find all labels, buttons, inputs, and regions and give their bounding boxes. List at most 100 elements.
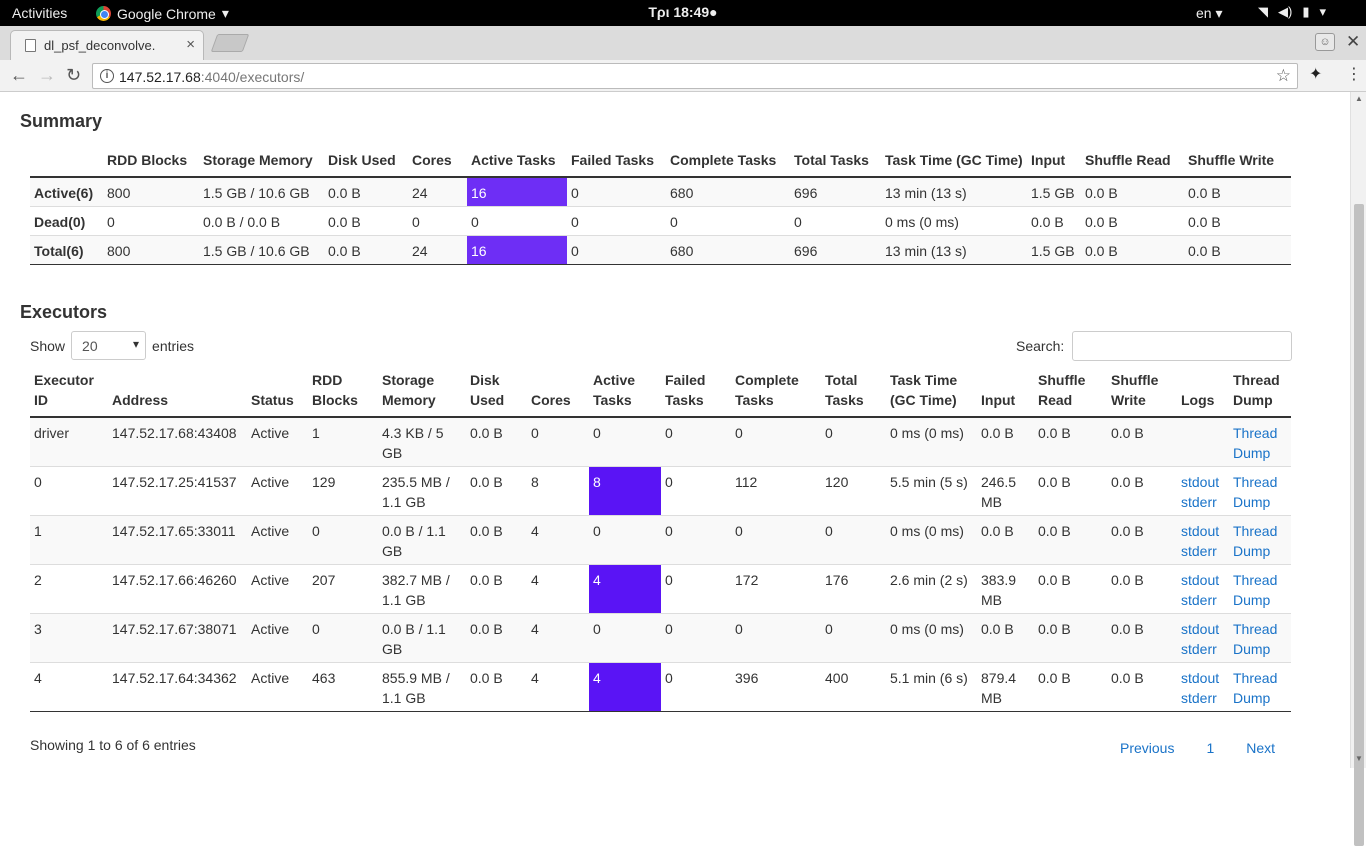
next-page-button[interactable]: Next xyxy=(1230,740,1291,756)
scroll-down-icon[interactable]: ▼ xyxy=(1355,754,1363,763)
menu-icon[interactable]: ⋮ xyxy=(1346,64,1362,84)
executor-column-header[interactable]: Active Tasks xyxy=(589,370,661,418)
summary-cell: 0.0 B xyxy=(1184,205,1291,235)
executor-column-header[interactable]: Executor ID xyxy=(30,370,108,418)
executor-column-header[interactable]: Thread Dump xyxy=(1229,370,1291,418)
executor-column-header[interactable]: Storage Memory xyxy=(378,370,466,418)
executor-cell: 246.5 MB xyxy=(977,465,1034,515)
executor-cell: 0.0 B xyxy=(1107,563,1177,613)
logs-link[interactable]: stdout stderr xyxy=(1181,572,1219,608)
executor-column-header[interactable]: Complete Tasks xyxy=(731,370,821,418)
page-size-select[interactable]: 20 xyxy=(71,331,147,360)
executor-cell: 855.9 MB / 1.1 GB xyxy=(378,661,466,712)
profile-icon[interactable]: ☺ xyxy=(1315,33,1335,51)
executor-cell: 0 xyxy=(30,465,108,515)
close-icon[interactable]: × xyxy=(186,36,195,53)
logs-link[interactable]: stdout stderr xyxy=(1181,621,1219,657)
executor-cell: 1 xyxy=(30,514,108,564)
address-bar[interactable]: i 147.52.17.68:4040/executors/ ☆ xyxy=(92,63,1298,89)
executor-cell: 0 ms (0 ms) xyxy=(886,417,977,466)
logs-link[interactable]: stdout stderr xyxy=(1181,670,1219,706)
thread-dump-link[interactable]: Thread Dump xyxy=(1233,474,1277,510)
summary-column-header: Cores xyxy=(408,150,467,178)
forward-icon[interactable]: → xyxy=(38,65,56,86)
thread-dump-link[interactable]: Thread Dump xyxy=(1233,621,1277,657)
new-tab-button[interactable] xyxy=(210,34,250,52)
volume-icon: ◀) xyxy=(1278,4,1293,19)
logs-cell: stdout stderr xyxy=(1177,661,1229,712)
browser-tab[interactable]: dl_psf_deconvolve. × xyxy=(10,30,204,60)
entries-label: entries xyxy=(152,337,195,354)
page-1-button[interactable]: 1 xyxy=(1190,740,1230,756)
page-size-control: Show 20 entries xyxy=(30,331,194,360)
executors-header-row: Executor ID Address Status RDD Blocks Storag… xyxy=(30,370,1291,418)
info-icon[interactable]: i xyxy=(100,69,114,83)
executor-column-header[interactable]: Shuffle Read xyxy=(1034,370,1107,418)
summary-cell: 0 xyxy=(567,205,666,235)
thread-dump-link[interactable]: Thread Dump xyxy=(1233,572,1277,608)
thread-dump-link[interactable]: Thread Dump xyxy=(1233,670,1277,706)
search-input[interactable] xyxy=(1072,331,1293,361)
summary-column-header: Total Tasks xyxy=(790,150,881,178)
clock[interactable]: Τρι 18:49● xyxy=(648,4,717,20)
logs-link[interactable]: stdout stderr xyxy=(1181,523,1219,559)
activities-button[interactable]: Activities xyxy=(12,5,67,21)
summary-cell: 0.0 B xyxy=(324,205,408,235)
summary-cell: 24 xyxy=(408,176,467,206)
executor-column-header[interactable]: Total Tasks xyxy=(821,370,886,418)
executor-cell: 0 xyxy=(821,417,886,466)
app-menu[interactable]: Google Chrome ▾ xyxy=(96,5,229,22)
executor-cell: 0 xyxy=(821,612,886,662)
executor-cell: 0.0 B xyxy=(1107,465,1177,515)
executor-column-header[interactable]: RDD Blocks xyxy=(308,370,378,418)
summary-column-header xyxy=(30,150,103,178)
scroll-up-icon[interactable]: ▲ xyxy=(1355,94,1363,103)
previous-page-button[interactable]: Previous xyxy=(1120,740,1190,756)
extension-icon[interactable]: ✦ xyxy=(1309,64,1322,84)
executor-column-header[interactable]: Status xyxy=(247,370,308,418)
executor-column-header[interactable]: Failed Tasks xyxy=(661,370,731,418)
summary-cell: 1.5 GB xyxy=(1027,176,1081,206)
executor-cell: 0 xyxy=(661,417,731,466)
show-label: Show xyxy=(30,337,66,354)
summary-cell: 696 xyxy=(790,234,881,265)
system-tray[interactable]: ◥ ◀) ▮ ▾ xyxy=(1258,4,1326,20)
executor-column-header[interactable]: Address xyxy=(108,370,247,418)
summary-row: Total(6) 800 1.5 GB / 10.6 GB 0.0 B 24 16 0 680… xyxy=(30,234,1291,265)
executor-column-header[interactable]: Shuffle Write xyxy=(1107,370,1177,418)
executor-column-header[interactable]: Input xyxy=(977,370,1034,418)
executor-cell: 396 xyxy=(731,661,821,712)
executor-column-header[interactable]: Task Time (GC Time) xyxy=(886,370,977,418)
scroll-thumb[interactable] xyxy=(1354,204,1364,846)
vertical-scrollbar[interactable]: ▲ ▼ xyxy=(1350,92,1366,846)
chevron-down-icon: ▾ xyxy=(221,5,229,21)
executor-row: 4 147.52.17.64:34362 Active 463 855.9 MB / 1… xyxy=(30,661,1291,712)
summary-cell: 0.0 B xyxy=(1184,234,1291,265)
executor-cell: 0.0 B xyxy=(466,465,527,515)
thread-dump-link[interactable]: Thread Dump xyxy=(1233,425,1277,461)
executor-cell: 129 xyxy=(308,465,378,515)
bookmark-star-icon[interactable]: ☆ xyxy=(1276,66,1291,86)
executor-column-header[interactable]: Logs xyxy=(1177,370,1229,418)
language-indicator[interactable]: en ▾ xyxy=(1196,5,1223,22)
logs-link[interactable]: stdout stderr xyxy=(1181,474,1219,510)
executor-cell: 879.4 MB xyxy=(977,661,1034,712)
executor-cell: 0.0 B xyxy=(1107,661,1177,712)
executor-cell: 0.0 B xyxy=(1107,612,1177,662)
window-close-icon[interactable]: ✕ xyxy=(1346,32,1360,52)
summary-cell: 680 xyxy=(666,234,790,265)
executor-cell: 0.0 B / 1.1 GB xyxy=(378,612,466,662)
logs-cell xyxy=(1177,417,1229,466)
reload-icon[interactable]: ↻ xyxy=(66,65,81,86)
url-text: 147.52.17.68:4040/executors/ xyxy=(119,69,305,85)
executor-cell: 5.1 min (6 s) xyxy=(886,661,977,712)
executor-column-header[interactable]: Disk Used xyxy=(466,370,527,418)
thread-dump-link[interactable]: Thread Dump xyxy=(1233,523,1277,559)
page-content: Summary RDD Blocks Storage Memory Disk Use… xyxy=(0,92,1350,768)
back-icon[interactable]: ← xyxy=(10,65,28,86)
executor-cell: 0.0 B xyxy=(1034,612,1107,662)
executor-cell: 0.0 B xyxy=(1107,514,1177,564)
executor-column-header[interactable]: Cores xyxy=(527,370,589,418)
executor-cell: 1 xyxy=(308,417,378,466)
executor-cell: 2.6 min (2 s) xyxy=(886,563,977,613)
